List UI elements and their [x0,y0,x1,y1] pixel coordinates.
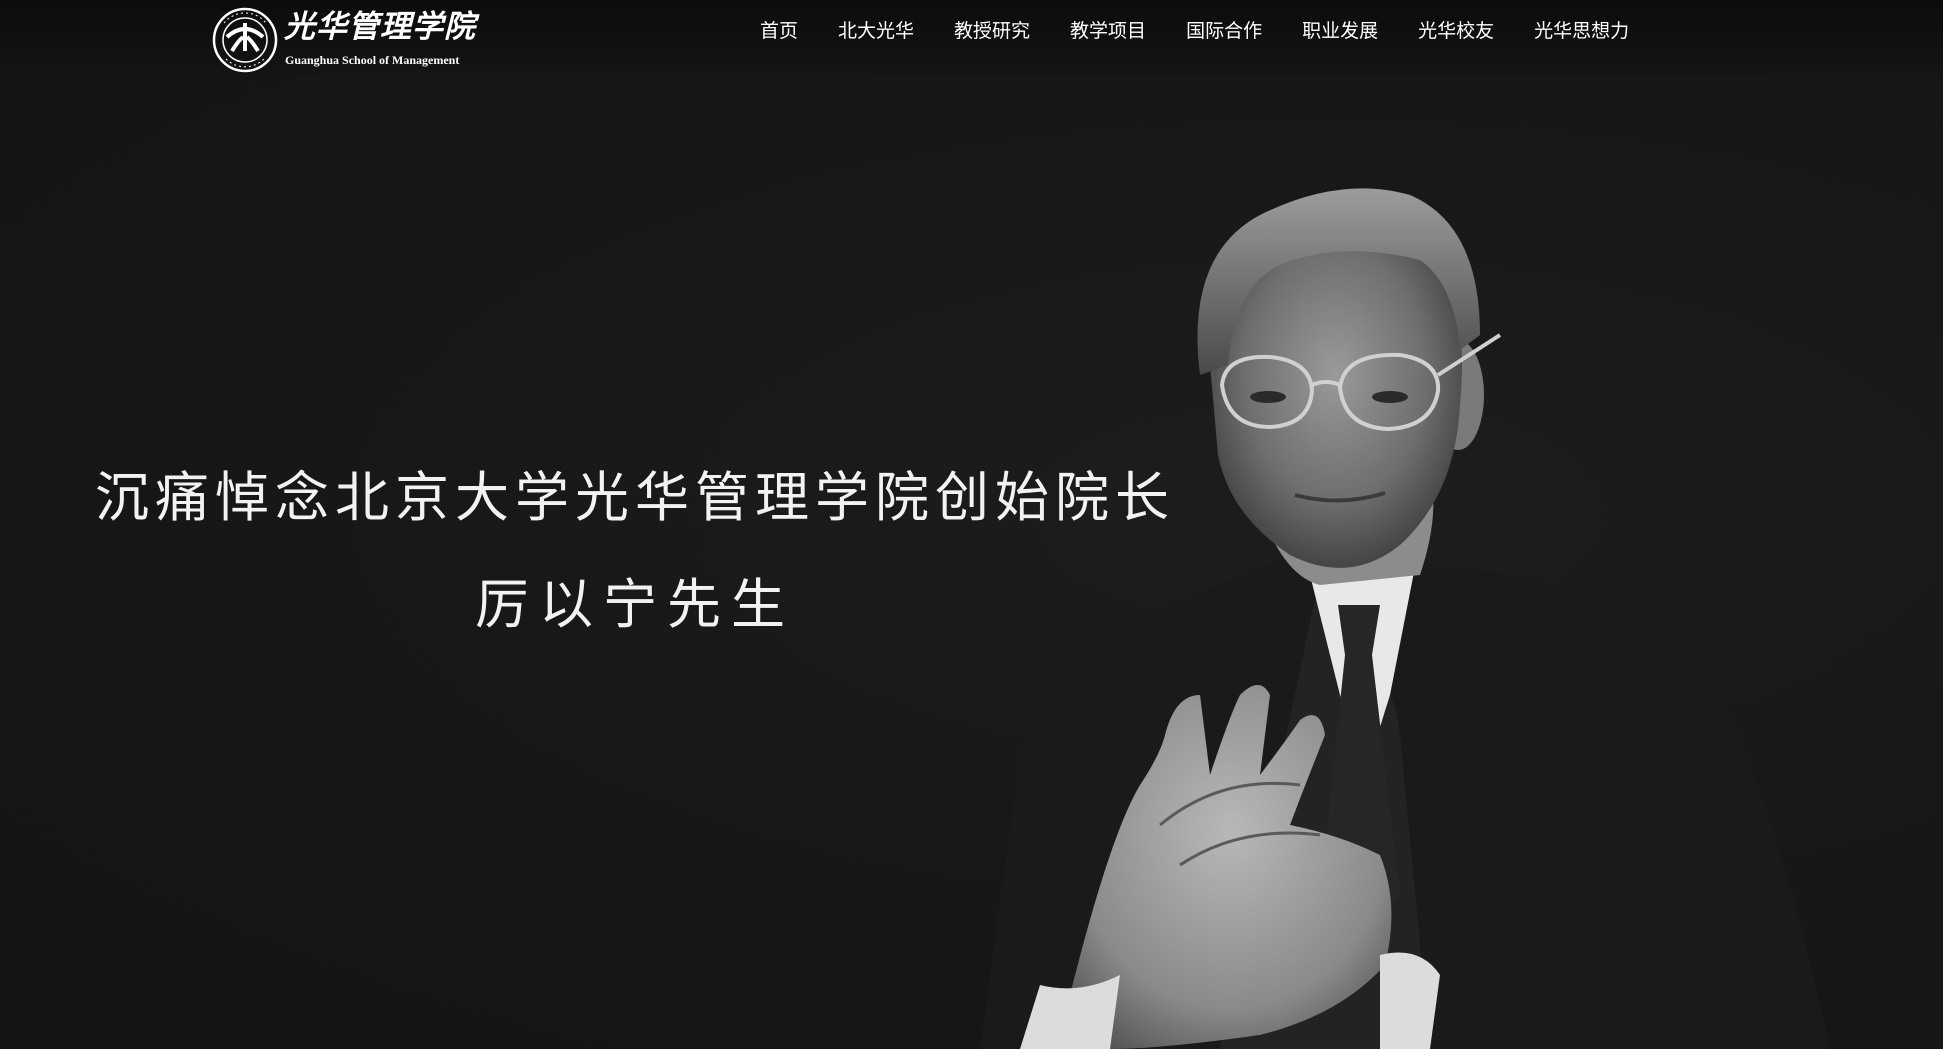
portrait-photo-icon [980,188,1830,1049]
site-header: 光华管理学院 Guanghua School of Management 首页 … [0,0,1943,75]
nav-item-home[interactable]: 首页 [740,0,818,62]
nav-item-faculty-research[interactable]: 教授研究 [934,0,1050,62]
peking-university-seal-icon [212,7,278,73]
main-nav: 首页 北大光华 教授研究 教学项目 国际合作 职业发展 光华校友 光华思想力 [740,0,1649,62]
logo-chinese-name: 光华管理学院 [284,9,476,45]
site-logo[interactable]: 光华管理学院 Guanghua School of Management [212,6,476,73]
logo-english-name: Guanghua School of Management [285,53,460,67]
memorial-hero-banner: 沉痛悼念北京大学光华管理学院创始院长 厉以宁先生 [0,75,1943,1049]
nav-item-career[interactable]: 职业发展 [1282,0,1398,62]
nav-item-alumni[interactable]: 光华校友 [1398,0,1514,62]
nav-item-about[interactable]: 北大光华 [818,0,934,62]
nav-item-programs[interactable]: 教学项目 [1050,0,1166,62]
nav-item-international[interactable]: 国际合作 [1166,0,1282,62]
nav-item-thought-leadership[interactable]: 光华思想力 [1514,0,1649,62]
